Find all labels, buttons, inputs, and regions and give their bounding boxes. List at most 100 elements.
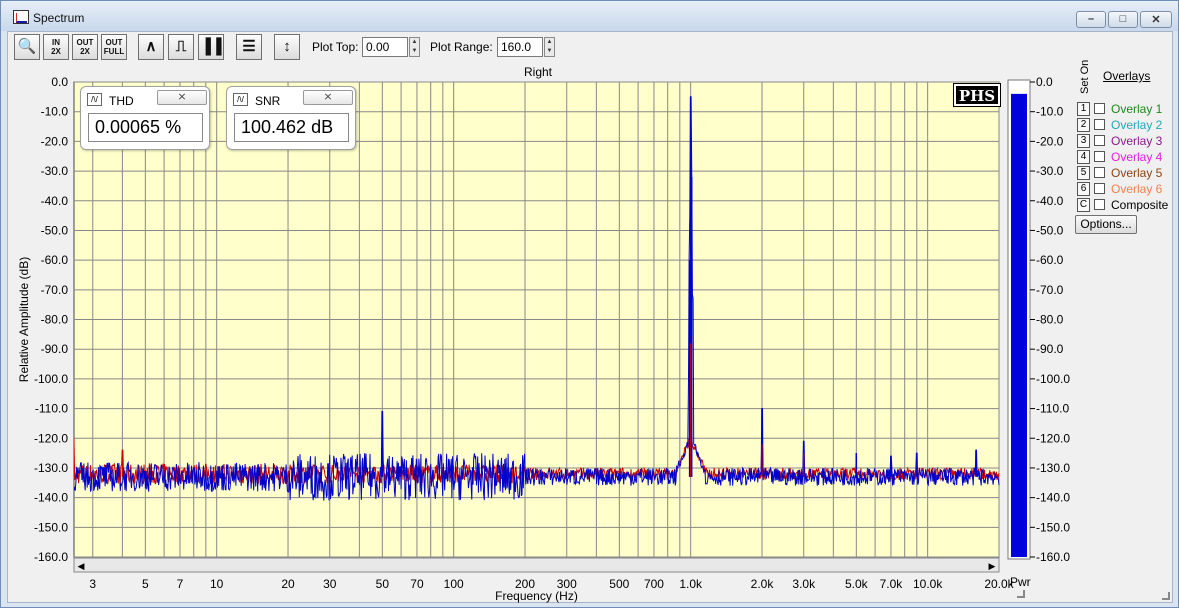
- x-tick-label: 10.0k: [913, 577, 943, 591]
- meter-wave-icon: /\/: [233, 93, 248, 106]
- scroll-right-icon[interactable]: ▶: [989, 561, 996, 571]
- overlay-on-checkbox[interactable]: [1094, 119, 1105, 130]
- overlay-set-button[interactable]: 4: [1077, 150, 1090, 164]
- overlay-on-checkbox[interactable]: [1094, 199, 1105, 210]
- y-tick-label: -100.0: [34, 372, 68, 386]
- overlay-set-button[interactable]: 5: [1077, 166, 1090, 180]
- overlay-label: Overlay 5: [1111, 166, 1163, 180]
- right-tick-label: -100.0: [1036, 372, 1070, 386]
- y-tick-label: -50.0: [41, 223, 69, 237]
- window-title: Spectrum: [33, 11, 85, 25]
- overlays-title: Overlays: [1103, 69, 1151, 83]
- y-tick-label: -120.0: [34, 431, 68, 445]
- x-tick-label: 100: [444, 577, 464, 591]
- thd-close-button[interactable]: ⨯: [157, 90, 207, 105]
- right-tick-label: -70.0: [1036, 283, 1064, 297]
- x-tick-label: 700: [644, 577, 664, 591]
- x-tick-label: 7.0k: [880, 577, 904, 591]
- x-tick-label: 30: [323, 577, 337, 591]
- right-tick-label: -150.0: [1036, 520, 1070, 534]
- right-tick-label: -80.0: [1036, 313, 1064, 327]
- x-tick-label: 1.0k: [679, 577, 703, 591]
- y-tick-label: -140.0: [34, 491, 68, 505]
- overlay-on-checkbox[interactable]: [1094, 167, 1105, 178]
- y-tick-label: -20.0: [41, 134, 69, 148]
- overlay-set-button[interactable]: C: [1077, 198, 1090, 212]
- title-bar[interactable]: Spectrum – □ ✕: [1, 1, 1178, 31]
- right-tick-label: 0.0: [1036, 75, 1053, 89]
- right-tick-label: -60.0: [1036, 253, 1064, 267]
- overlay-on-checkbox[interactable]: [1094, 135, 1105, 146]
- level-meter-fill: [1011, 93, 1027, 557]
- window-resize-grip[interactable]: [1162, 592, 1170, 600]
- close-button[interactable]: ✕: [1140, 11, 1172, 28]
- overlay-set-button[interactable]: 3: [1077, 134, 1090, 148]
- x-tick-label: 10: [210, 577, 224, 591]
- scroll-left-icon: ◀: [78, 561, 85, 571]
- snr-label: SNR: [255, 94, 281, 108]
- overlay-on-checkbox[interactable]: [1094, 183, 1105, 194]
- horizontal-scrollbar: [73, 557, 1000, 573]
- overlay-label: Overlay 4: [1111, 150, 1163, 164]
- right-tick-label: -20.0: [1036, 134, 1064, 148]
- y-tick-label: -40.0: [41, 194, 69, 208]
- minimize-button[interactable]: –: [1076, 11, 1106, 28]
- overlay-set-button[interactable]: 6: [1077, 182, 1090, 196]
- x-tick-label: 50: [376, 577, 390, 591]
- x-tick-label: 20: [281, 577, 295, 591]
- options-button[interactable]: Options...: [1075, 215, 1137, 234]
- thd-value: 0.00065 %: [88, 113, 203, 142]
- maximize-button[interactable]: □: [1108, 11, 1138, 28]
- right-tick-label: -10.0: [1036, 105, 1064, 119]
- minimize-icon: –: [1087, 13, 1095, 25]
- x-tick-label: 2.0k: [751, 577, 775, 591]
- x-tick-label: 5.0k: [845, 577, 869, 591]
- right-tick-label: -120.0: [1036, 431, 1070, 445]
- x-tick-label: 3: [89, 577, 96, 591]
- overlay-set-button[interactable]: 2: [1077, 118, 1090, 132]
- x-tick-label: 70: [410, 577, 424, 591]
- right-tick-label: -40.0: [1036, 194, 1064, 208]
- right-tick-label: -140.0: [1036, 491, 1070, 505]
- phs-logo: PHS: [953, 83, 1001, 107]
- y-tick-label: -60.0: [41, 253, 69, 267]
- overlay-label: Overlay 3: [1111, 134, 1163, 148]
- right-tick-label: -30.0: [1036, 164, 1064, 178]
- set-on-label: Set On: [1079, 59, 1091, 94]
- right-tick-label: -160.0: [1036, 550, 1070, 564]
- y-tick-label: -150.0: [34, 520, 68, 534]
- y-tick-label: -30.0: [41, 164, 69, 178]
- y-tick-label: -130.0: [34, 461, 68, 475]
- spectrum-window: Spectrum – □ ✕ 🔍 IN 2X OUT 2X OUT FULL ∧ ⎍ ▐▐ ☰…: [0, 0, 1179, 608]
- y-tick-label: -160.0: [34, 550, 68, 564]
- meter-wave-icon: /\/: [87, 93, 102, 106]
- app-icon: [13, 10, 29, 24]
- right-tick-label: -90.0: [1036, 342, 1064, 356]
- overlay-on-checkbox[interactable]: [1094, 151, 1105, 162]
- overlay-set-button[interactable]: 1: [1077, 102, 1090, 116]
- overlay-label: Composite: [1111, 198, 1169, 212]
- right-tick-label: -50.0: [1036, 223, 1064, 237]
- x-tick-label: 7: [177, 577, 184, 591]
- overlay-label: Overlay 2: [1111, 118, 1163, 132]
- x-axis-label: Frequency (Hz): [495, 589, 578, 603]
- overlay-on-checkbox[interactable]: [1094, 103, 1105, 114]
- overlay-label: Overlay 1: [1111, 102, 1163, 116]
- plot-resize-grip[interactable]: [1017, 590, 1025, 598]
- maximize-icon: □: [1119, 13, 1127, 25]
- right-tick-label: -130.0: [1036, 461, 1070, 475]
- thd-label: THD: [109, 94, 134, 108]
- snr-meter[interactable]: /\/ SNR ⨯ 100.462 dB: [226, 86, 356, 150]
- snr-value: 100.462 dB: [234, 113, 349, 142]
- y-tick-label: -90.0: [41, 342, 69, 356]
- power-label: Pwr: [1010, 575, 1031, 589]
- y-tick-label: -10.0: [41, 105, 69, 119]
- y-tick-label: -110.0: [35, 402, 68, 416]
- x-tick-label: 500: [609, 577, 629, 591]
- client-area: 🔍 IN 2X OUT 2X OUT FULL ∧ ⎍ ▐▐ ☰ ↕ Plot Top: 0.0…: [7, 31, 1173, 603]
- y-tick-label: -70.0: [41, 283, 69, 297]
- y-tick-label: 0.0: [51, 75, 68, 89]
- x-tick-label: 5: [142, 577, 149, 591]
- snr-close-button[interactable]: ⨯: [303, 90, 353, 105]
- thd-meter[interactable]: /\/ THD ⨯ 0.00065 %: [80, 86, 210, 150]
